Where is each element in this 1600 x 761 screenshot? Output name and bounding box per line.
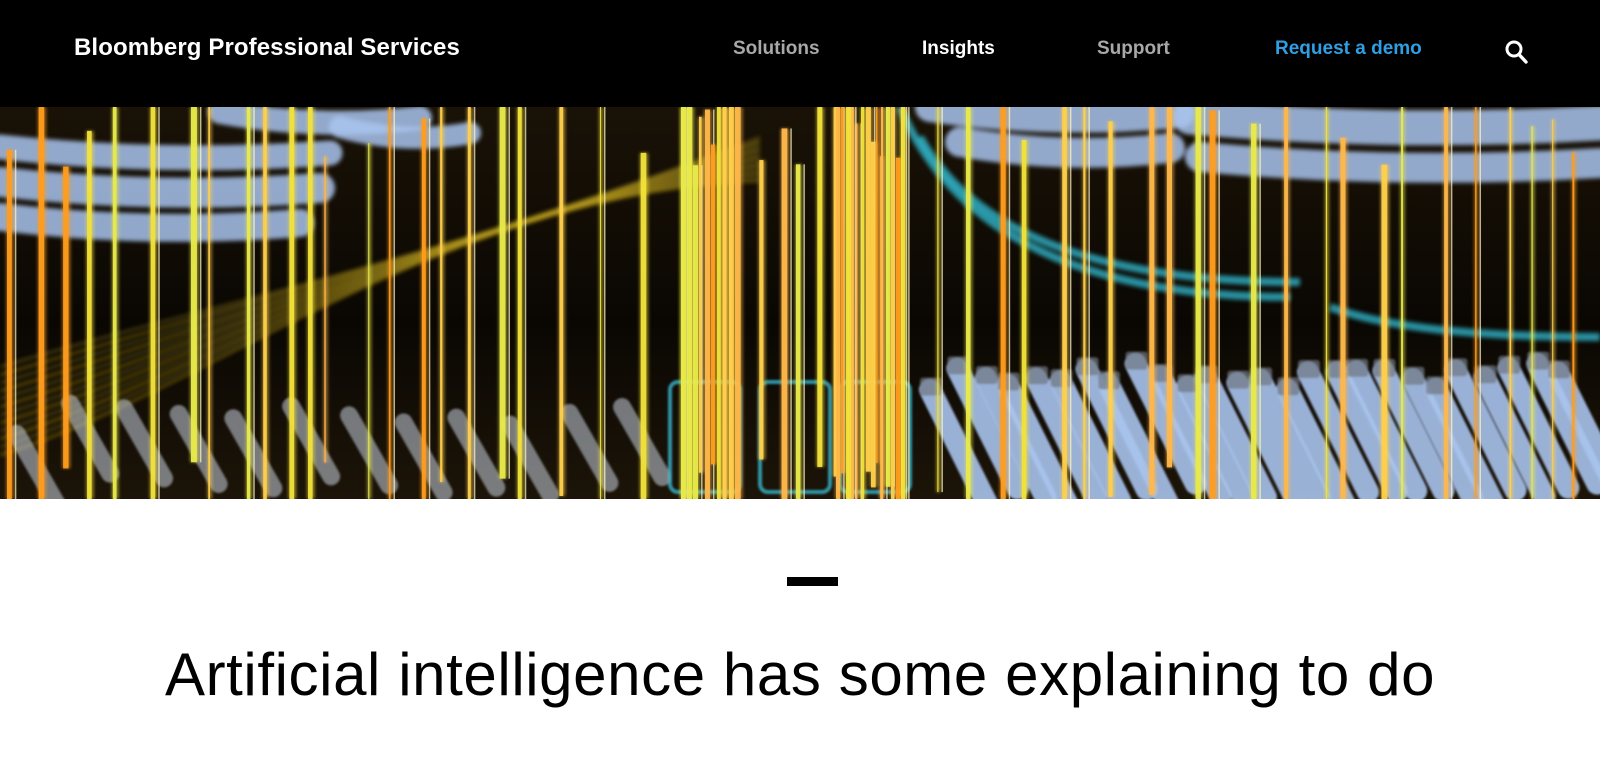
nav-support[interactable]: Support (1097, 38, 1170, 60)
main-nav: Solutions Insights Support Request a dem… (0, 38, 1600, 66)
section-divider (787, 577, 838, 586)
site-header: Bloomberg Professional Services Solution… (0, 0, 1600, 107)
search-button[interactable] (1504, 38, 1530, 66)
search-icon (1505, 40, 1528, 64)
nav-request-demo[interactable]: Request a demo (1275, 38, 1422, 60)
article-title: Artificial intelligence has some explain… (164, 641, 1436, 708)
nav-insights[interactable]: Insights (922, 38, 995, 60)
hero-image (0, 107, 1600, 499)
nav-solutions[interactable]: Solutions (733, 38, 820, 60)
